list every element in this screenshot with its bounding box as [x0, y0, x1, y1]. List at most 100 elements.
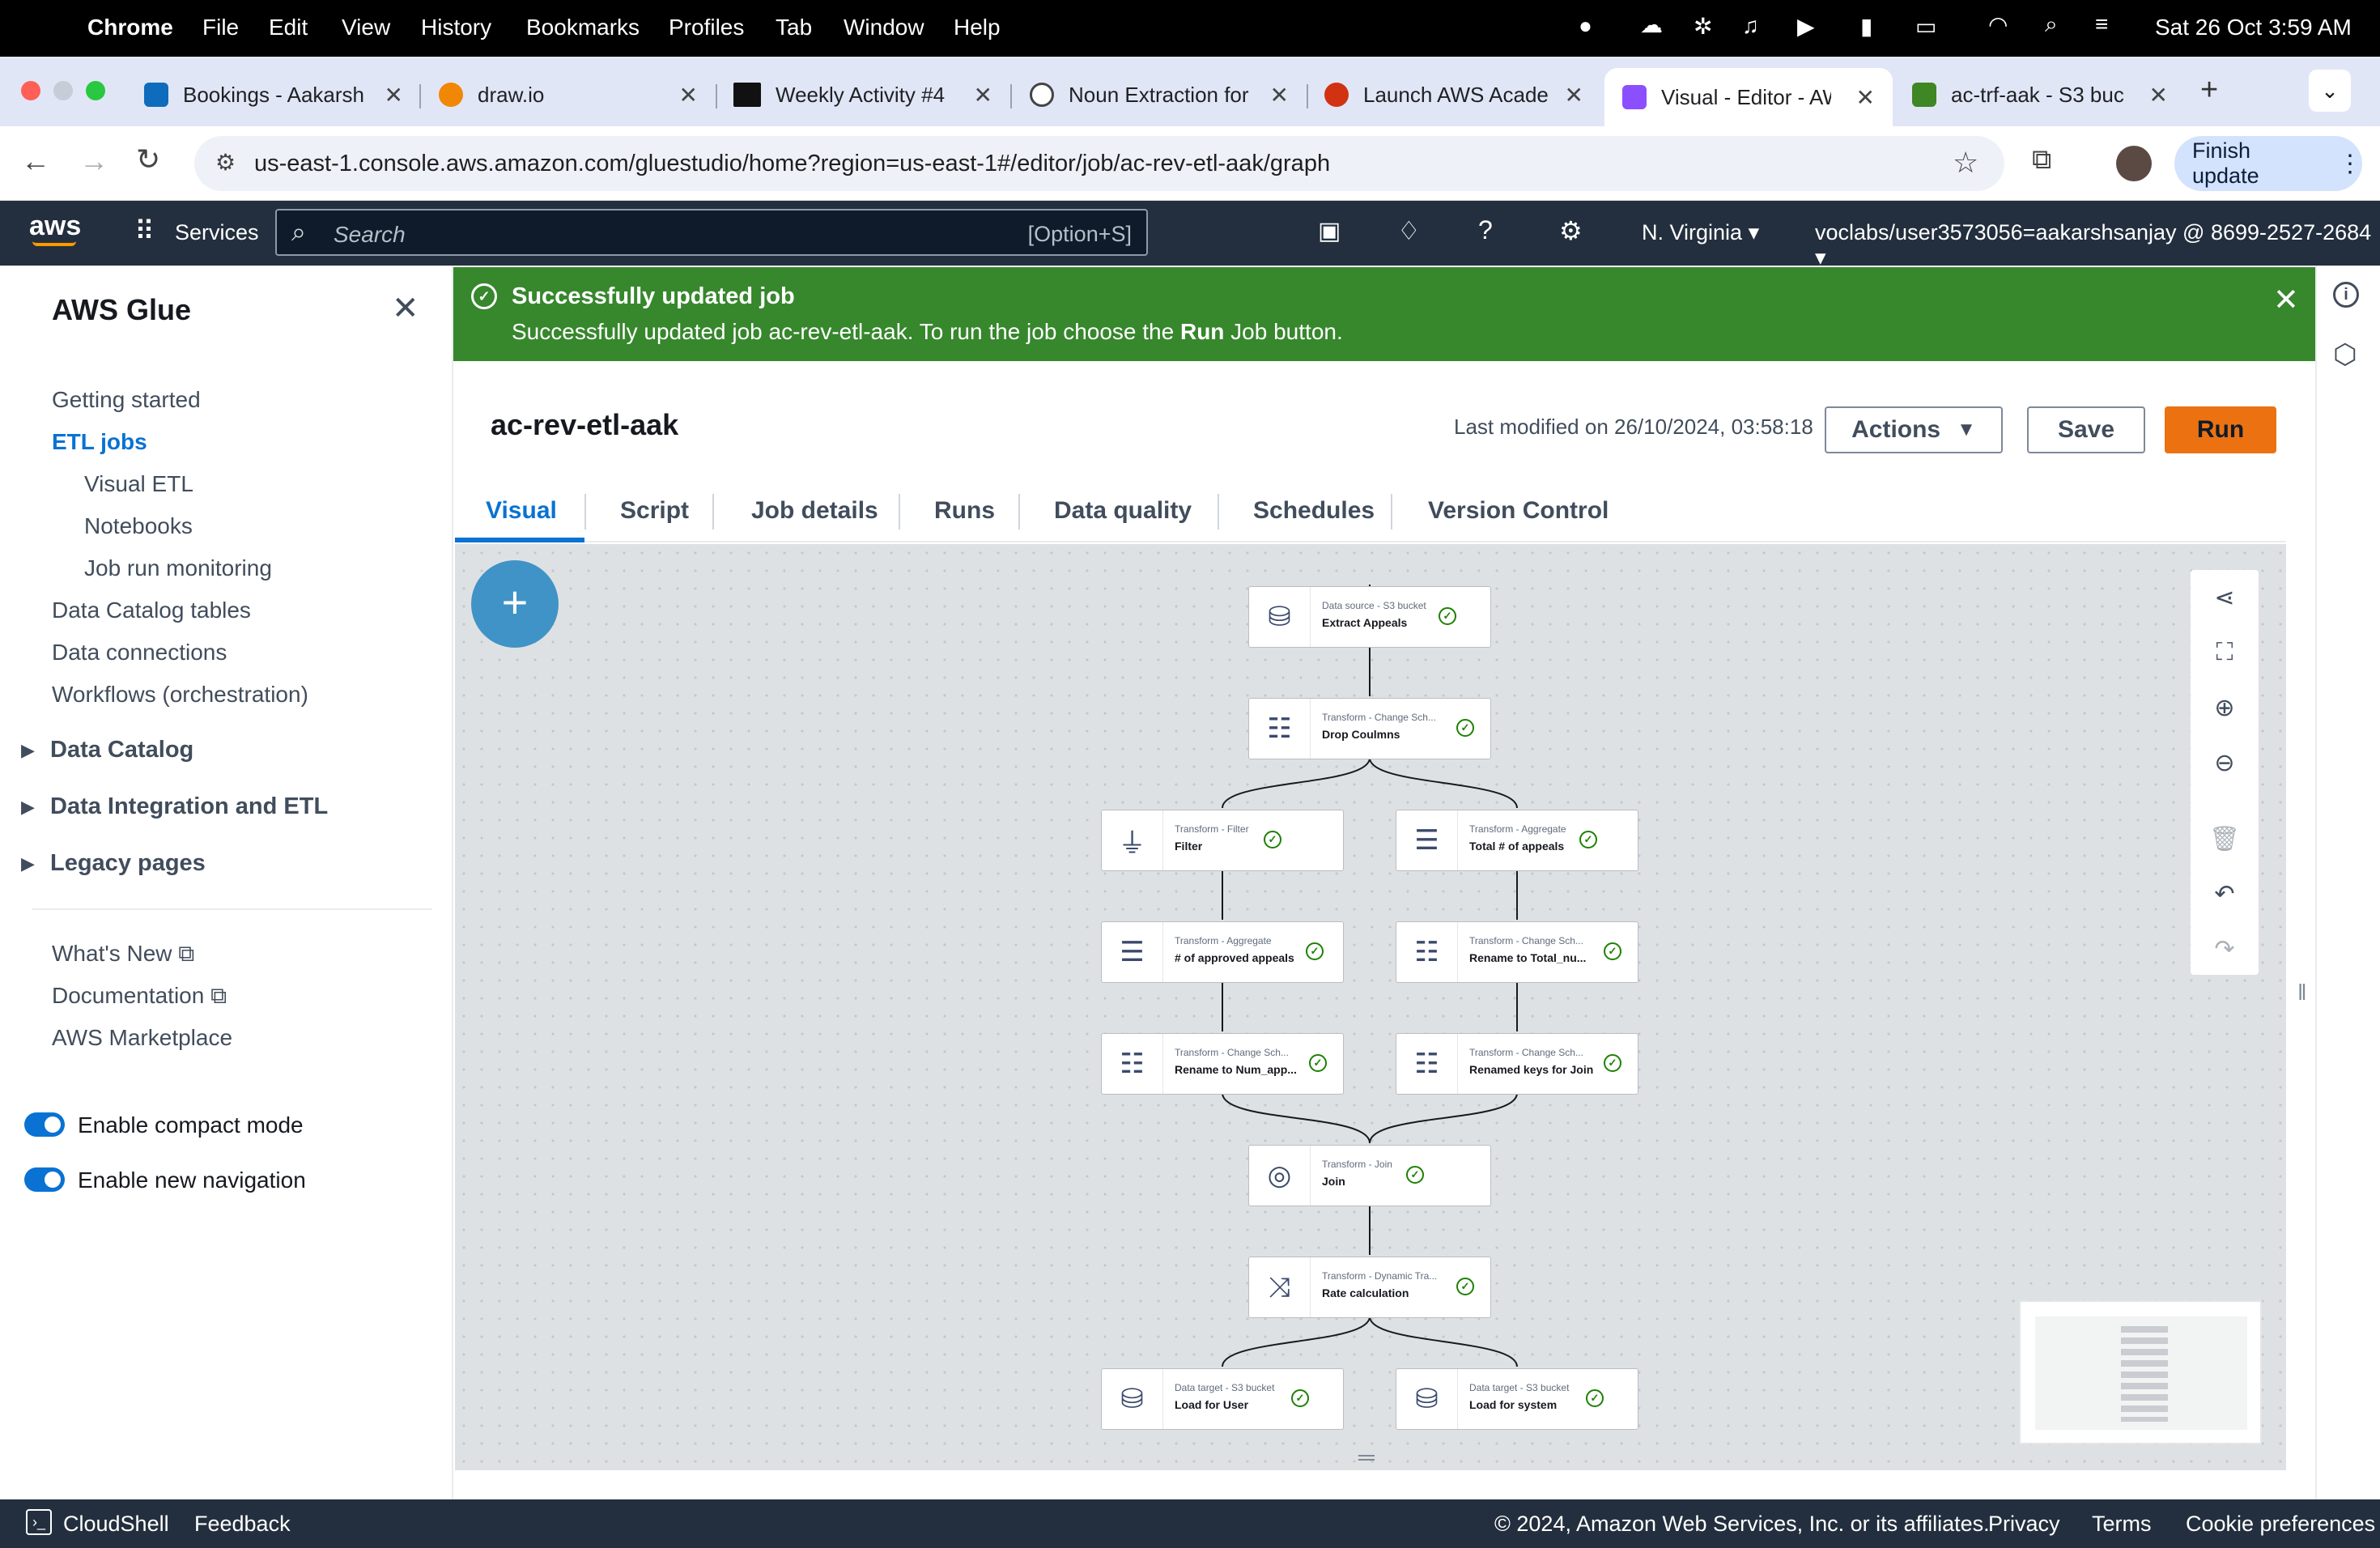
node-filter[interactable]: ⏚ Transform - Filter Filter ✓ [1101, 810, 1344, 871]
address-bar[interactable]: ⚙ us-east-1.console.aws.amazon.com/glues… [194, 136, 2004, 191]
browser-tab-noun-extraction[interactable]: Noun Extraction for ✕ [1030, 70, 1289, 120]
play-icon[interactable]: ▶ [1797, 13, 1815, 40]
window-minimize-button[interactable] [53, 81, 73, 100]
close-sidebar-icon[interactable]: ✕ [392, 290, 419, 327]
tab-job-details[interactable]: Job details [751, 497, 878, 525]
menubar-clock[interactable]: Sat 26 Oct 3:59 AM [2155, 15, 2352, 40]
node-drop-columns[interactable]: ☷ Transform - Change Sch... Drop Coulmns… [1248, 698, 1491, 759]
cookie-preferences-link[interactable]: Cookie preferences [2186, 1512, 2375, 1537]
sidebar-item-etl-jobs[interactable]: ETL jobs [52, 429, 147, 455]
run-button[interactable]: Run [2165, 406, 2276, 453]
settings-gear-icon[interactable]: ⚙ [1559, 215, 1583, 246]
tab-schedules[interactable]: Schedules [1253, 497, 1375, 525]
control-center-icon[interactable]: ≡ [2095, 11, 2108, 37]
tab-visual[interactable]: Visual [486, 497, 557, 525]
node-total-appeals[interactable]: ☰ Transform - Aggregate Total # of appea… [1396, 810, 1638, 871]
battery-icon[interactable]: ▭ [1915, 13, 1936, 40]
sidebar-group-legacy-pages[interactable]: Legacy pages [50, 850, 206, 877]
menu-edit[interactable]: Edit [269, 15, 308, 40]
sidebar-item-visual-etl[interactable]: Visual ETL [84, 471, 193, 497]
airpods-icon[interactable]: ♫ [1742, 13, 1759, 39]
menu-tab[interactable]: Tab [776, 15, 812, 40]
browser-tab-launch-aws-academy[interactable]: Launch AWS Acade ✕ [1324, 70, 1583, 120]
panel-resize-handle[interactable]: ‖ [2297, 980, 2307, 1006]
new-tab-icon[interactable]: + [2200, 73, 2218, 108]
tab-script[interactable]: Script [620, 497, 689, 525]
cloudshell-link[interactable]: CloudShell [63, 1512, 169, 1537]
feedback-link[interactable]: Feedback [194, 1512, 291, 1537]
close-tab-icon[interactable]: ✕ [2149, 82, 2168, 108]
compact-mode-toggle[interactable] [24, 1112, 65, 1137]
id-card-icon[interactable]: ▮ [1860, 13, 1872, 40]
delete-icon[interactable]: 🗑 [2191, 818, 2259, 860]
site-info-icon[interactable]: ⚙ [215, 149, 236, 176]
finish-update-button[interactable]: Finish update ⋮ [2174, 136, 2362, 191]
canvas-minimap[interactable] [2019, 1300, 2262, 1444]
zoom-in-icon[interactable]: ⊕ [2191, 687, 2259, 729]
tab-version-control[interactable]: Version Control [1428, 497, 1609, 525]
undo-icon[interactable]: ↶ [2191, 873, 2259, 915]
browser-tab-weekly-activity[interactable]: Weekly Activity #4 ✕ [733, 70, 992, 120]
sidebar-group-data-catalog[interactable]: Data Catalog [50, 737, 193, 763]
services-grid-icon[interactable]: ⠿ [134, 215, 155, 248]
close-tab-icon[interactable]: ✕ [1270, 82, 1289, 108]
info-icon[interactable]: i [2333, 282, 2359, 308]
fit-view-icon[interactable]: ⛶ [2191, 632, 2259, 674]
browser-tab-bookings[interactable]: Bookings - Aakarsh ✕ [144, 70, 403, 120]
menu-history[interactable]: History [421, 15, 491, 40]
more-vertical-icon[interactable]: ⋮ [2338, 150, 2362, 178]
node-load-for-system[interactable]: ⛁ Data target - S3 bucket Load for syste… [1396, 1368, 1638, 1430]
region-selector[interactable]: N. Virginia ▾ [1642, 220, 1759, 245]
node-join[interactable]: ◎ Transform - Join Join ✓ [1248, 1145, 1491, 1206]
browser-tab-visual-editor[interactable]: Visual - Editor - AW ✕ [1604, 68, 1893, 126]
aws-search-input[interactable]: ⌕ Search [Option+S] [275, 209, 1148, 256]
close-tab-icon[interactable]: ✕ [385, 82, 403, 108]
cloud-icon[interactable]: ☁ [1640, 11, 1663, 38]
extensions-icon[interactable]: ⧉ [2032, 144, 2051, 176]
layout-graph-icon[interactable]: ⋖ [2191, 576, 2259, 619]
zoom-out-icon[interactable]: ⊖ [2191, 742, 2259, 784]
actions-dropdown-button[interactable]: Actions ▼ [1825, 406, 2003, 453]
url-text[interactable]: us-east-1.console.aws.amazon.com/gluestu… [254, 151, 1330, 177]
window-zoom-button[interactable] [86, 81, 105, 100]
back-arrow-icon[interactable]: ← [21, 144, 50, 178]
reload-icon[interactable]: ↻ [136, 142, 160, 176]
tab-search-chevron-icon[interactable]: ⌄ [2309, 70, 2351, 112]
close-tab-icon[interactable]: ✕ [1565, 82, 1583, 108]
close-tab-icon[interactable]: ✕ [974, 82, 992, 108]
browser-tab-drawio[interactable]: draw.io ✕ [439, 70, 698, 120]
window-close-button[interactable] [21, 81, 40, 100]
close-tab-icon[interactable]: ✕ [679, 82, 698, 108]
account-menu[interactable]: voclabs/user3573056=aakarshsanjay @ 8699… [1815, 220, 2380, 270]
menu-window[interactable]: Window [844, 15, 924, 40]
menu-app-name[interactable]: Chrome [87, 15, 173, 40]
terms-link[interactable]: Terms [2092, 1512, 2152, 1537]
sidebar-item-job-run-monitoring[interactable]: Job run monitoring [84, 555, 272, 581]
add-node-button[interactable]: + [471, 560, 559, 648]
cloudshell-icon[interactable]: ▣ [1318, 217, 1341, 245]
menu-file[interactable]: File [202, 15, 239, 40]
expand-caret-icon[interactable]: ▶ [21, 740, 35, 761]
sidebar-item-notebooks[interactable]: Notebooks [84, 513, 193, 539]
bottom-panel-resize-handle[interactable]: ═ [1358, 1444, 1375, 1470]
grammarly-icon[interactable]: ● [1579, 13, 1592, 39]
node-renamed-keys-join[interactable]: ☷ Transform - Change Sch... Renamed keys… [1396, 1033, 1638, 1095]
cloudshell-footer-icon[interactable]: ›_ [26, 1509, 52, 1535]
job-name-title[interactable]: ac-rev-etl-aak [491, 408, 678, 442]
close-tab-icon[interactable]: ✕ [1856, 84, 1875, 111]
notifications-bell-icon[interactable]: ♢ [1397, 215, 1421, 246]
privacy-link[interactable]: Privacy [1988, 1512, 2060, 1537]
node-load-for-user[interactable]: ⛁ Data target - S3 bucket Load for User … [1101, 1368, 1344, 1430]
tab-data-quality[interactable]: Data quality [1054, 497, 1192, 525]
tab-runs[interactable]: Runs [934, 497, 995, 525]
aws-logo[interactable]: aws [29, 211, 81, 242]
wifi-icon[interactable]: ◠ [1988, 11, 2008, 38]
menu-profiles[interactable]: Profiles [669, 15, 744, 40]
sidebar-item-data-catalog-tables[interactable]: Data Catalog tables [52, 598, 251, 623]
visual-editor-canvas[interactable]: + ⛁ Data source - S3 bucket Extract Appe… [455, 544, 2307, 1470]
sidebar-item-data-connections[interactable]: Data connections [52, 640, 227, 666]
menu-help[interactable]: Help [954, 15, 1001, 40]
spotlight-icon[interactable]: ⌕ [2045, 11, 2058, 38]
dismiss-banner-icon[interactable]: ✕ [2273, 282, 2299, 318]
sidebar-item-getting-started[interactable]: Getting started [52, 387, 201, 413]
